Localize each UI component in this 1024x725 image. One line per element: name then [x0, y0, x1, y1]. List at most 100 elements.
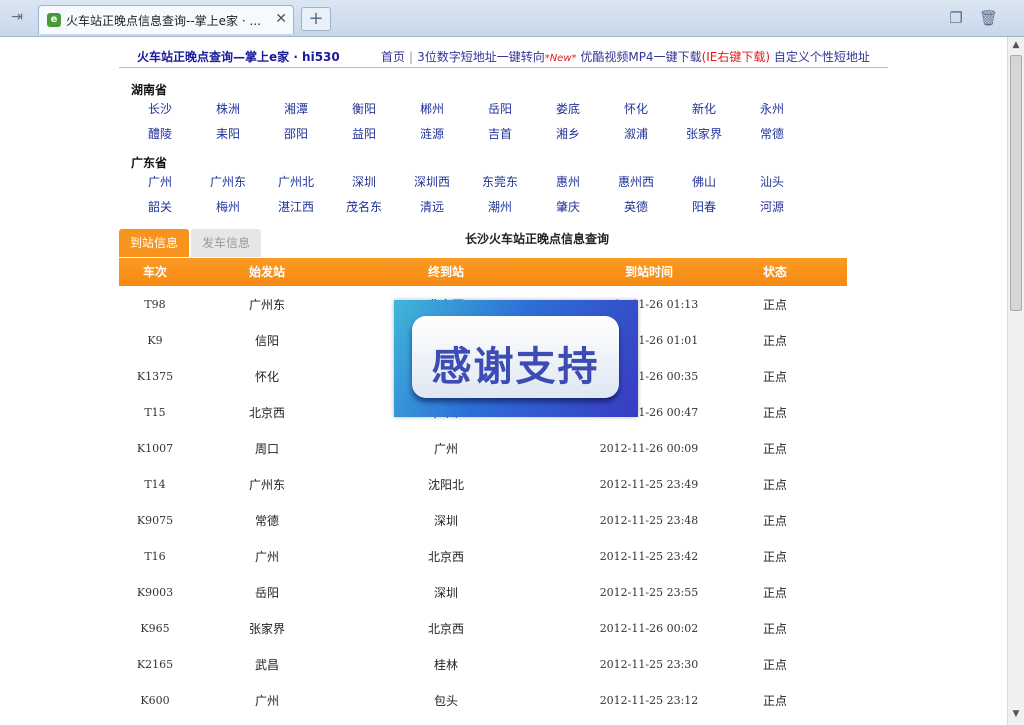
tab-title: 火车站正晚点信息查询--掌上e家 · ... — [66, 14, 261, 28]
scroll-down-icon[interactable]: ▼ — [1010, 709, 1022, 721]
window-restore-icon[interactable]: ❐ — [947, 9, 965, 27]
city-link[interactable]: 常德 — [738, 125, 806, 142]
tab-arrival[interactable]: 到站信息 — [119, 229, 189, 257]
table-title: 长沙火车站正晚点信息查询 — [464, 232, 609, 246]
city-link[interactable]: 溆浦 — [602, 125, 670, 142]
tab-close-icon[interactable]: ✕ — [275, 11, 287, 27]
destination-cell: 北京西 — [427, 622, 464, 636]
destination-cell: 沈阳北 — [427, 478, 464, 492]
city-link[interactable]: 邵阳 — [262, 125, 330, 142]
destination-cell: 北京西 — [427, 550, 464, 564]
city-link[interactable]: 张家界 — [670, 125, 738, 142]
city-link[interactable]: 汕头 — [738, 173, 806, 190]
scrollbar-thumb[interactable] — [1010, 55, 1022, 311]
new-badge: *New* — [544, 53, 577, 64]
origin-cell: 武昌 — [254, 658, 279, 672]
train-no-cell: T98 — [144, 298, 166, 311]
arrival-time-cell: 2012-11-25 23:55 — [599, 586, 699, 599]
nav-custom-url-link[interactable]: 自定义个性短地址 — [774, 50, 870, 64]
city-link[interactable]: 惠州 — [534, 173, 602, 190]
thanks-button[interactable]: 感谢支持 — [412, 316, 619, 398]
nav-short-url-link[interactable]: 3位数字短地址一键转向 — [417, 50, 545, 64]
city-link[interactable]: 吉首 — [466, 125, 534, 142]
status-cell: 正点 — [762, 478, 787, 492]
site-title[interactable]: 火车站正晚点查询—掌上e家 · hi530 — [137, 48, 340, 65]
city-link[interactable]: 阳春 — [670, 198, 738, 215]
nav-youku-link[interactable]: 优酷视频MP4一键下载 — [580, 50, 701, 64]
city-link[interactable]: 韶关 — [126, 198, 194, 215]
city-link[interactable]: 深圳西 — [398, 173, 466, 190]
city-link[interactable]: 怀化 — [602, 100, 670, 117]
vertical-scrollbar[interactable]: ▲ ▼ — [1007, 37, 1024, 725]
city-link[interactable]: 佛山 — [670, 173, 738, 190]
arrival-time-cell: 2012-11-26 00:09 — [599, 442, 699, 455]
arrival-time-cell: 2012-11-25 23:48 — [599, 514, 699, 527]
origin-cell: 广州 — [254, 694, 279, 708]
header-destination: 终到站 — [427, 265, 464, 279]
city-link[interactable]: 永州 — [738, 100, 806, 117]
city-link[interactable]: 益阳 — [330, 125, 398, 142]
status-cell: 正点 — [762, 514, 787, 528]
train-no-cell: T14 — [144, 478, 166, 491]
city-link[interactable]: 英德 — [602, 198, 670, 215]
city-link[interactable]: 河源 — [738, 198, 806, 215]
city-link[interactable]: 深圳 — [330, 173, 398, 190]
city-link[interactable]: 湘乡 — [534, 125, 602, 142]
city-row: 韶关 梅州 湛江西 茂名东 清远 潮州 肇庆 英德 阳春 河源 — [126, 198, 846, 218]
origin-cell: 广州 — [254, 550, 279, 564]
status-cell: 正点 — [762, 298, 787, 312]
city-link[interactable]: 新化 — [670, 100, 738, 117]
city-link[interactable]: 涟源 — [398, 125, 466, 142]
origin-cell: 信阳 — [254, 334, 279, 348]
city-link[interactable]: 长沙 — [126, 100, 194, 117]
city-link[interactable]: 肇庆 — [534, 198, 602, 215]
city-link[interactable]: 广州 — [126, 173, 194, 190]
city-link[interactable]: 醴陵 — [126, 125, 194, 142]
nav-separator: | — [409, 50, 414, 64]
city-link[interactable]: 清远 — [398, 198, 466, 215]
site-nav: 首页 | 3位数字短地址一键转向*New* 优酷视频MP4一键下载(IE右键下载) … — [381, 48, 870, 65]
city-link[interactable]: 郴州 — [398, 100, 466, 117]
table-header: 车次 始发站 终到站 到站时间 状态 — [119, 258, 847, 286]
city-link[interactable]: 惠州西 — [602, 173, 670, 190]
city-link[interactable]: 岳阳 — [466, 100, 534, 117]
city-link[interactable]: 湘潭 — [262, 100, 330, 117]
scroll-up-icon[interactable]: ▲ — [1010, 40, 1022, 52]
city-link[interactable]: 广州东 — [194, 173, 262, 190]
city-link[interactable]: 湛江西 — [262, 198, 330, 215]
city-link[interactable]: 耒阳 — [194, 125, 262, 142]
city-link[interactable]: 梅州 — [194, 198, 262, 215]
arrival-time-cell: 2012-11-25 23:12 — [599, 694, 699, 707]
new-tab-button[interactable]: + — [301, 7, 331, 31]
city-link[interactable]: 潮州 — [466, 198, 534, 215]
thanks-label: 感谢支持 — [431, 344, 600, 390]
city-link[interactable]: 东莞东 — [466, 173, 534, 190]
destination-cell: 深圳 — [433, 586, 458, 600]
destination-cell: 深圳 — [433, 514, 458, 528]
table-row: K9003 岳阳 深圳 2012-11-25 23:55 正点 — [119, 575, 847, 611]
train-no-cell: K9003 — [136, 586, 174, 599]
table-row: K9075 常德 深圳 2012-11-25 23:48 正点 — [119, 503, 847, 539]
train-no-cell: T16 — [144, 550, 166, 563]
status-cell: 正点 — [762, 334, 787, 348]
trash-icon[interactable]: 🗑 — [979, 9, 998, 27]
nav-home-link[interactable]: 首页 — [381, 50, 405, 64]
city-link[interactable]: 茂名东 — [330, 198, 398, 215]
header-arrival-time: 到站时间 — [624, 265, 673, 279]
header-status: 状态 — [762, 265, 787, 279]
header-origin: 始发站 — [248, 265, 285, 279]
origin-cell: 周口 — [254, 442, 279, 456]
city-link[interactable]: 广州北 — [262, 173, 330, 190]
tab-departure[interactable]: 发车信息 — [191, 229, 261, 257]
city-link[interactable]: 衡阳 — [330, 100, 398, 117]
sidebar-toggle-icon[interactable]: ⇥ — [6, 8, 28, 26]
thanks-popup[interactable]: 感谢支持 — [394, 300, 638, 417]
origin-cell: 岳阳 — [254, 586, 279, 600]
train-no-cell: T15 — [144, 406, 166, 419]
city-link[interactable]: 株洲 — [194, 100, 262, 117]
status-cell: 正点 — [762, 586, 787, 600]
browser-tab[interactable]: e 火车站正晚点信息查询--掌上e家 · ... ✕ — [38, 5, 294, 34]
destination-cell: 广州 — [433, 442, 458, 456]
city-link[interactable]: 娄底 — [534, 100, 602, 117]
status-cell: 正点 — [762, 658, 787, 672]
